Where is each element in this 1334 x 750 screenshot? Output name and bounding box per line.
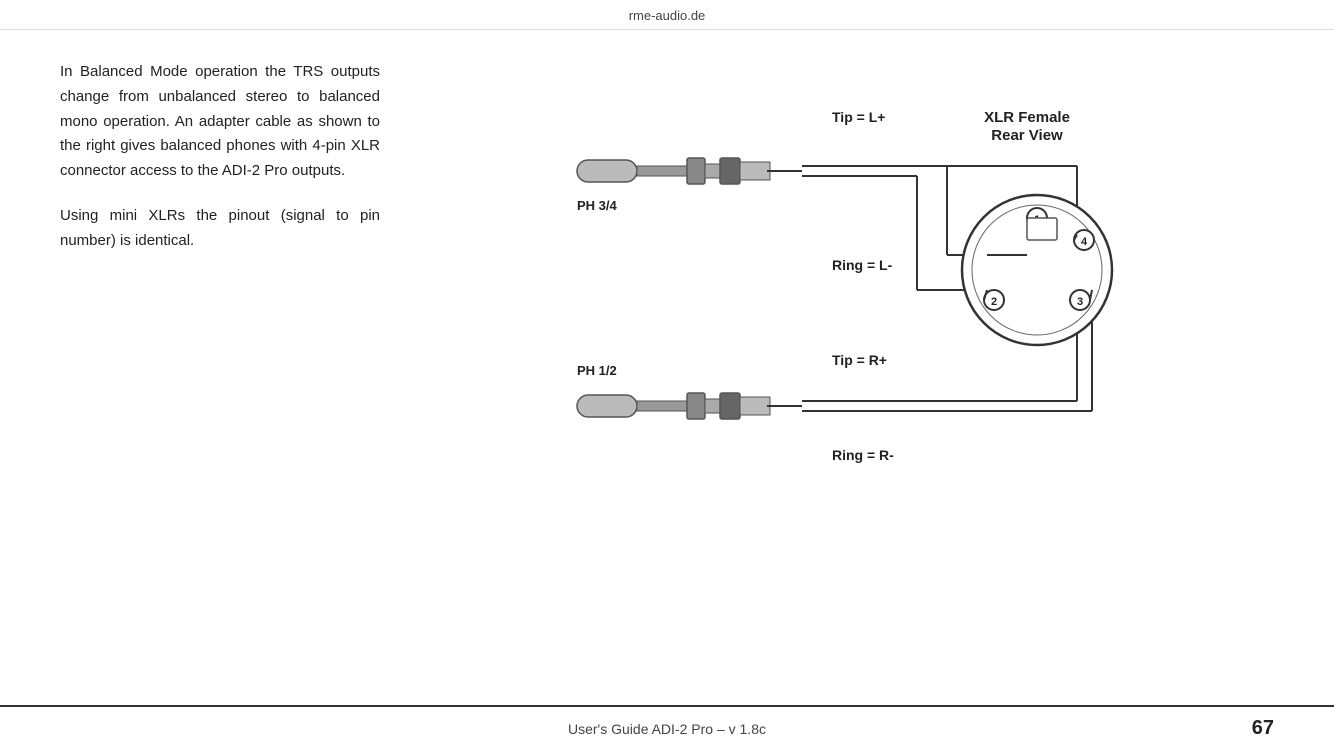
diagram-column: XLR Female Rear View Tip = L+ (420, 60, 1274, 685)
ring-r-label: Ring = R- (832, 447, 894, 463)
footer-guide-text: User's Guide ADI-2 Pro – v 1.8c (100, 721, 1234, 737)
ph12-label: PH 1/2 (577, 363, 617, 378)
wiring-diagram: XLR Female Rear View Tip = L+ (537, 70, 1157, 500)
paragraph-2: Using mini XLRs the pinout (signal to pi… (60, 204, 380, 254)
page-wrapper: rme-audio.de In Balanced Mode operation … (0, 0, 1334, 750)
xlr-female-label: XLR Female (984, 109, 1070, 126)
url-text: rme-audio.de (629, 8, 706, 23)
text-column: In Balanced Mode operation the TRS outpu… (60, 60, 380, 685)
tip-l-label: Tip = L+ (832, 109, 885, 125)
footer: User's Guide ADI-2 Pro – v 1.8c 67 (0, 705, 1334, 750)
pin2-label: 2 (991, 296, 997, 308)
tip-r-label: Tip = R+ (832, 352, 887, 368)
pin4-label: 4 (1081, 236, 1088, 248)
main-content: In Balanced Mode operation the TRS outpu… (0, 30, 1334, 705)
ring-l-label: Ring = L- (832, 257, 893, 273)
paragraph-1: In Balanced Mode operation the TRS outpu… (60, 60, 380, 184)
footer-page-number: 67 (1234, 717, 1274, 740)
ph34-label: PH 3/4 (577, 198, 618, 213)
xlr-rear-view-label: Rear View (991, 127, 1063, 144)
pin3-label: 3 (1077, 296, 1083, 308)
top-bar: rme-audio.de (0, 0, 1334, 30)
